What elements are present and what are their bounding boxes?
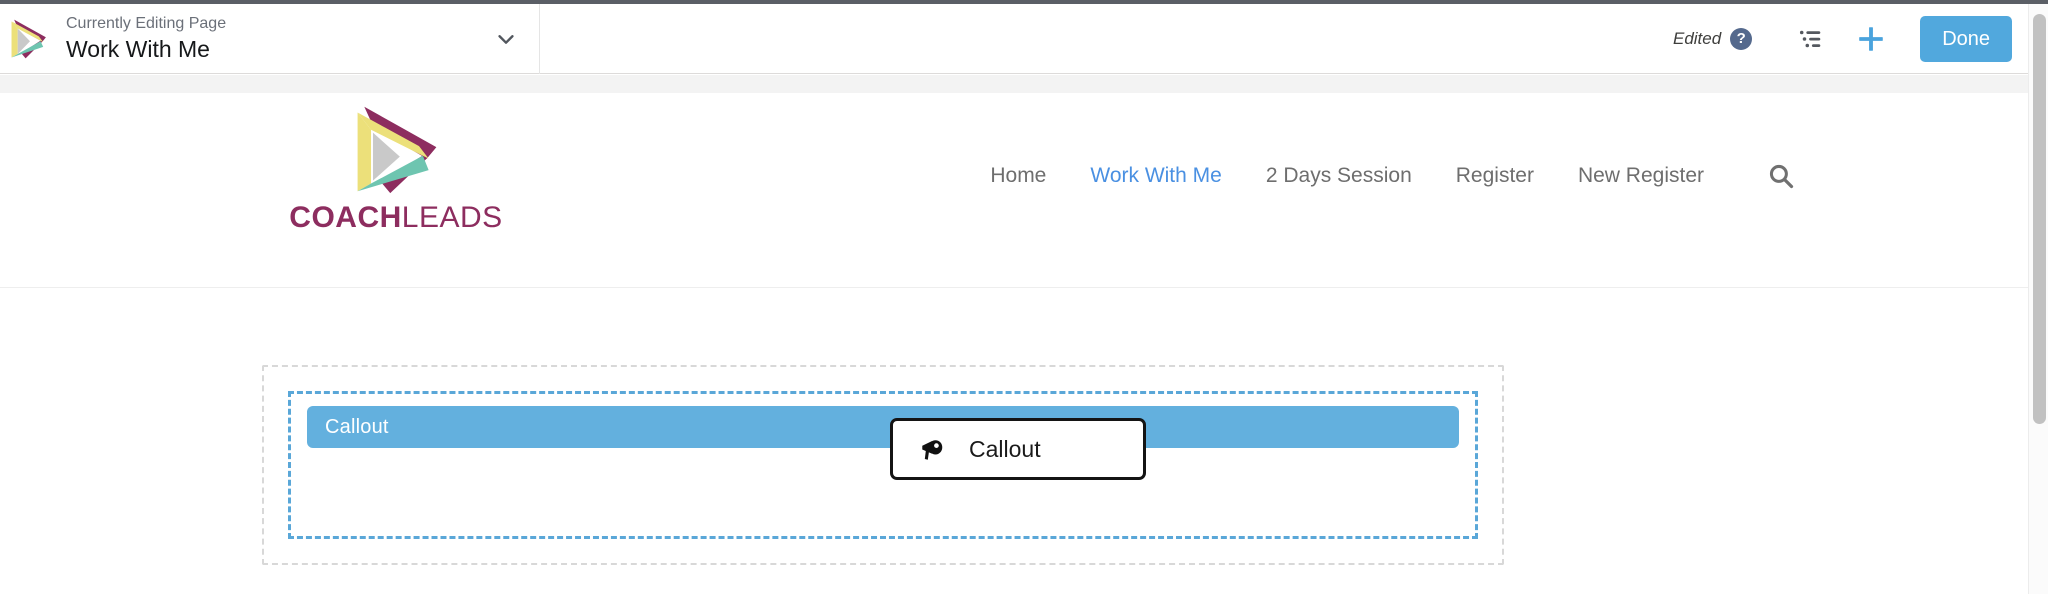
site-header: COACHLEADS Home Work With Me 2 Days Sess… [0, 93, 2028, 288]
plus-icon[interactable] [1846, 14, 1896, 64]
page-region-dropzone[interactable]: Callout [262, 365, 1504, 565]
site-logo[interactable]: COACHLEADS [286, 101, 506, 233]
edited-status-label: Edited [1672, 28, 1722, 48]
logo-word-bold: COACH [289, 201, 402, 234]
callout-component-label: Callout [325, 415, 389, 438]
done-button[interactable]: Done [1920, 15, 2012, 62]
page-structure-list-icon[interactable] [1786, 14, 1836, 64]
site-navigation: Home Work With Me 2 Days Session Registe… [990, 161, 1796, 191]
current-page-name: Work With Me [66, 36, 210, 62]
component-dropzone[interactable]: Callout [288, 391, 1478, 539]
page-canvas: COACHLEADS Home Work With Me 2 Days Sess… [0, 93, 2028, 594]
builder-header: Currently Editing Page Work With Me Edit… [0, 3, 2028, 74]
edited-status: Edited ? [1672, 27, 1753, 50]
help-question-icon[interactable]: ? [1730, 27, 1753, 50]
vertical-scrollbar[interactable] [2028, 4, 2048, 594]
page-selector[interactable]: Currently Editing Page Work With Me [0, 3, 540, 74]
drag-ghost-tooltip: Callout [890, 418, 1146, 480]
chevron-down-icon[interactable] [479, 12, 533, 66]
coachleads-impossible-triangle-logo [357, 106, 437, 194]
coachleads-triangle-icon [8, 17, 52, 61]
nav-item-new-register[interactable]: New Register [1578, 164, 1704, 188]
scrollbar-thumb[interactable] [2033, 14, 2046, 424]
nav-item-work-with-me[interactable]: Work With Me [1090, 164, 1221, 188]
header-gray-band [0, 75, 2028, 93]
currently-editing-label: Currently Editing Page [66, 15, 227, 32]
nav-item-register[interactable]: Register [1456, 164, 1534, 188]
search-icon[interactable] [1766, 161, 1796, 191]
nav-item-home[interactable]: Home [990, 164, 1046, 188]
nav-item-2-days-session[interactable]: 2 Days Session [1266, 164, 1412, 188]
callout-component-placeholder[interactable]: Callout [307, 406, 1459, 448]
page-selector-text: Currently Editing Page Work With Me [66, 14, 479, 63]
site-logo-wordmark: COACHLEADS [286, 203, 506, 233]
builder-header-actions: Edited ? Done [1673, 4, 2028, 74]
drag-ghost-label: Callout [969, 435, 1041, 462]
logo-word-light: LEADS [401, 201, 503, 234]
megaphone-icon [919, 434, 949, 464]
